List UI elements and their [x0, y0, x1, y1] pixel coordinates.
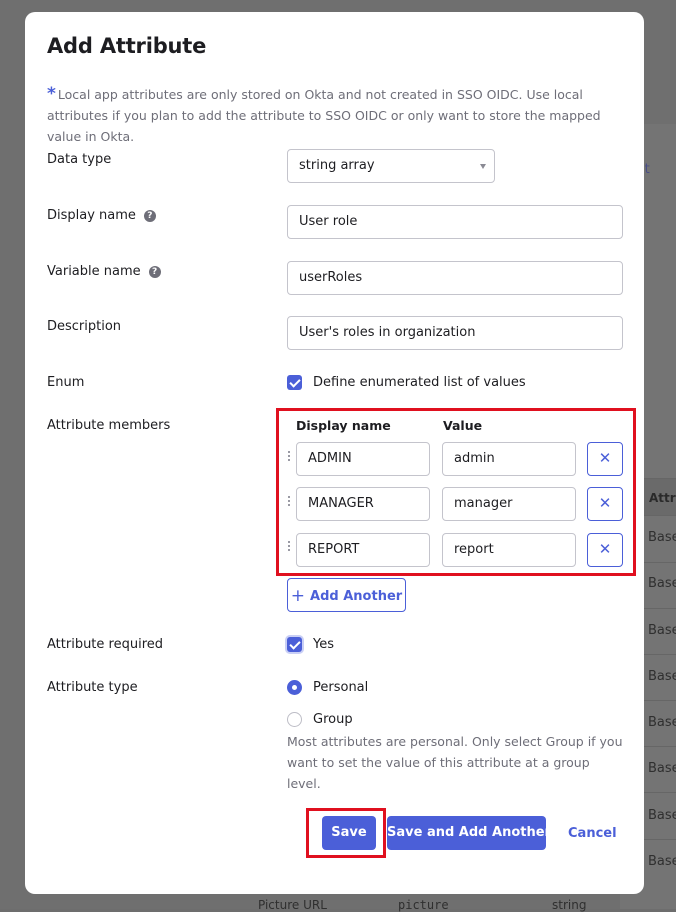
save-and-add-another-button[interactable]: Save and Add Another	[387, 816, 551, 850]
remove-member-button[interactable]: ✕	[587, 487, 623, 521]
background-row-divider	[644, 839, 676, 840]
radio-personal[interactable]	[287, 680, 302, 695]
background-row-divider	[644, 746, 676, 747]
attribute-required-label: Attribute required	[47, 637, 163, 652]
radio-group[interactable]	[287, 712, 302, 727]
add-another-button[interactable]: + Add Another	[287, 578, 406, 612]
modal-title: Add Attribute	[47, 34, 207, 58]
info-note-text: Local app attributes are only stored on …	[47, 87, 601, 144]
remove-member-button[interactable]: ✕	[587, 533, 623, 567]
background-row-divider	[644, 654, 676, 655]
member-value-input[interactable]: admin	[442, 442, 576, 476]
drag-handle-icon[interactable]	[288, 496, 292, 510]
member-display-input[interactable]: ADMIN	[296, 442, 430, 476]
background-table-cell: Base	[648, 715, 676, 730]
description-label-text: Description	[47, 319, 122, 334]
plus-icon: +	[290, 586, 306, 606]
background-table-cell: Base	[648, 530, 676, 545]
attribute-type-label-text: Attribute type	[47, 680, 138, 695]
variable-name-label: Variable name ?	[47, 264, 161, 279]
attribute-type-label: Attribute type	[47, 680, 138, 695]
background-row-divider	[644, 562, 676, 563]
display-name-label-text: Display name	[47, 208, 136, 223]
info-note: * Local app attributes are only stored on…	[47, 84, 627, 147]
background-row-divider	[644, 700, 676, 701]
asterisk-icon: *	[47, 84, 56, 104]
attribute-members-label-text: Attribute members	[47, 418, 171, 433]
attribute-required-checkbox[interactable]	[287, 637, 302, 652]
background-bottom-variable: picture	[398, 898, 449, 912]
background-bottom-name: Picture URL	[258, 898, 327, 912]
members-column-value: Value	[443, 418, 483, 433]
enum-label: Enum	[47, 375, 84, 390]
background-row-divider	[644, 608, 676, 609]
enum-checkbox-label: Define enumerated list of values	[313, 375, 526, 390]
attribute-required-checkbox-label: Yes	[313, 637, 334, 652]
cancel-button[interactable]: Cancel	[568, 826, 617, 841]
variable-name-label-text: Variable name	[47, 264, 141, 279]
remove-member-button[interactable]: ✕	[587, 442, 623, 476]
help-icon[interactable]: ?	[148, 265, 161, 278]
radio-group-label: Group	[313, 712, 353, 727]
enum-checkbox[interactable]	[287, 375, 302, 390]
add-attribute-modal: Add Attribute * Local app attributes are …	[25, 12, 644, 894]
data-type-select[interactable]: string array	[287, 149, 495, 183]
display-name-label: Display name ?	[47, 208, 156, 223]
chevron-down-icon	[480, 164, 486, 169]
close-icon: ✕	[598, 449, 612, 467]
close-icon: ✕	[598, 494, 612, 512]
save-button[interactable]: Save	[322, 816, 376, 850]
help-icon[interactable]: ?	[143, 209, 156, 222]
variable-name-input[interactable]: userRoles	[287, 261, 623, 295]
member-value-input[interactable]: report	[442, 533, 576, 567]
description-input[interactable]: User's roles in organization	[287, 316, 623, 350]
attribute-required-label-text: Attribute required	[47, 637, 164, 652]
description-label: Description	[47, 319, 121, 334]
members-column-display-name: Display name	[296, 418, 391, 433]
drag-handle-icon[interactable]	[288, 541, 292, 555]
display-name-input[interactable]: User role	[287, 205, 623, 239]
enum-label-text: Enum	[47, 375, 85, 390]
data-type-label-text: Data type	[47, 152, 112, 167]
data-type-value: string array	[299, 158, 375, 173]
background-table-cell: Base	[648, 854, 676, 869]
background-header-cell: Attrib	[649, 491, 676, 505]
member-display-input[interactable]: REPORT	[296, 533, 430, 567]
data-type-label: Data type	[47, 152, 111, 167]
background-table-cell: Base	[648, 669, 676, 684]
background-bottom-row: Picture URL picture string	[258, 898, 586, 912]
add-another-label: Add Another	[310, 589, 403, 604]
radio-personal-label: Personal	[313, 680, 369, 695]
background-table-cell: Base	[648, 761, 676, 776]
background-table-header: Attrib	[644, 478, 676, 516]
background-row-divider	[644, 792, 676, 793]
attribute-members-label: Attribute members	[47, 418, 170, 433]
close-icon: ✕	[598, 540, 612, 558]
background-table-cell: Base	[648, 808, 676, 823]
background-table-cell: Base	[648, 576, 676, 591]
member-display-input[interactable]: MANAGER	[296, 487, 430, 521]
background-bottom-type: string	[552, 898, 587, 912]
member-value-input[interactable]: manager	[442, 487, 576, 521]
attribute-type-help-text: Most attributes are personal. Only selec…	[287, 734, 623, 791]
background-table-cell: Base	[648, 623, 676, 638]
drag-handle-icon[interactable]	[288, 451, 292, 465]
